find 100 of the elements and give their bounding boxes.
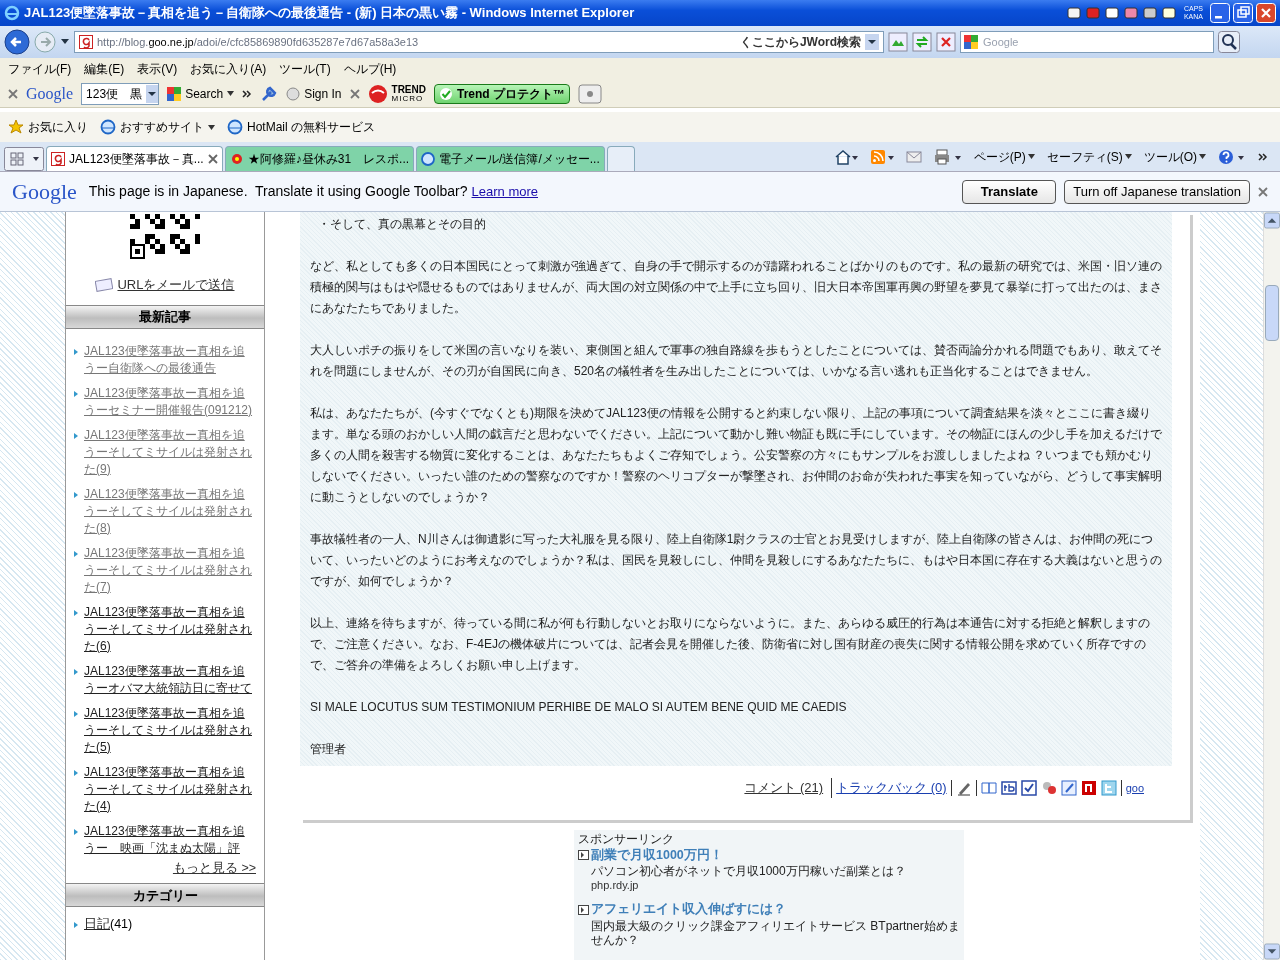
command-menu[interactable]: ツール(O) (1143, 147, 1206, 166)
dots-icon[interactable] (1040, 779, 1057, 796)
tab-list-icon[interactable] (4, 147, 44, 171)
tray-icon[interactable] (1160, 5, 1177, 21)
menu-item[interactable]: 編集(E) (84, 60, 125, 78)
article-link[interactable]: JAL123便墜落事故ー真相を追うーそしてミサイルは発射された(5) (84, 704, 256, 756)
ad-title-link[interactable]: アフェリエイト収入伸ばすには？ (591, 900, 786, 919)
goo-link[interactable]: goo (1120, 779, 1144, 796)
caret-icon (227, 91, 235, 96)
overflow-chevron-icon[interactable] (1258, 152, 1268, 161)
sponsor-label: スポンサーリンク (578, 831, 675, 846)
menu-item[interactable]: お気に入り(A) (190, 60, 267, 78)
menu-item[interactable]: ヘルプ(H) (343, 60, 397, 78)
browser-tab[interactable]: 電子メール/送信簿/メッセー... (416, 146, 605, 171)
section-header: カテゴリー (66, 883, 264, 908)
google-logo: Google (26, 83, 74, 105)
mail-link[interactable]: URLをメールで送信 (66, 275, 264, 295)
ball-icon (367, 83, 388, 104)
close-button[interactable] (1258, 186, 1268, 197)
checkbox-icon[interactable] (1020, 779, 1037, 796)
star-icon (8, 119, 24, 135)
scrollbar[interactable] (1263, 212, 1280, 960)
browser-tab[interactable]: JAL123便墜落事故－真... (46, 146, 223, 171)
book-icon[interactable] (980, 779, 997, 796)
translate-message: This page is in Japanese. Translate it using Google Toolbar? (88, 182, 468, 201)
back-button[interactable] (4, 29, 30, 55)
jword-search-label: くここからJWord検索 (739, 34, 861, 51)
feed-icon[interactable] (869, 148, 894, 165)
article-link[interactable]: JAL123便墜落事故ー真相を追うーセミナー開催報告(091212) (84, 384, 256, 419)
learn-more-link[interactable]: Learn more (471, 181, 538, 202)
refresh-icon[interactable] (912, 32, 932, 52)
article-link[interactable]: JAL123便墜落事故ー真相を追うーオバマ大統領訪日に寄せて (84, 662, 256, 697)
scroll-thumb[interactable] (1265, 285, 1279, 341)
bullet-icon (74, 390, 78, 397)
wrench-icon[interactable] (260, 84, 279, 103)
menu-item[interactable]: ファイル(F) (8, 60, 72, 78)
turn-off-button[interactable]: Turn off Japanese translation (1064, 179, 1250, 204)
article-link[interactable]: JAL123便墜落事故ー真相を追うーそしてミサイルは発射された(4) (84, 763, 256, 815)
article-link[interactable]: JAL123便墜落事故ー真相を追うーそしてミサイルは発射された(7) (84, 544, 256, 596)
trackback-link[interactable]: トラックバック (0) (831, 778, 947, 798)
restore-button[interactable] (1233, 3, 1253, 23)
search-button[interactable]: Search (167, 84, 235, 103)
article-link[interactable]: JAL123便墜落事故ー真相を追うー 映画「沈まぬ太陽」評 (84, 822, 256, 857)
article-link[interactable]: JAL123便墜落事故ー真相を追うーそしてミサイルは発射された(8) (84, 485, 256, 537)
check-icon (439, 86, 453, 101)
dropdown-arrow-icon[interactable] (60, 38, 70, 46)
arrow-box-icon (578, 904, 589, 915)
minimize-button[interactable] (1210, 3, 1230, 23)
favorites-button[interactable]: お気に入り (8, 118, 88, 136)
tray-icon[interactable] (1065, 5, 1082, 21)
translate-button[interactable]: Translate (962, 179, 1057, 204)
tray-icon[interactable] (1122, 5, 1139, 21)
paragraph: 私は、あなたたちが、(今すぐでなくとも)期限を決めてJAL123便の情報を公開すると約束しない限り、上記の事項について調査結果を淡々とここに書き綴ります。単なる頭のおかしい人間の戯言だと思わないでください。上記について動かし難い物証も既に手にしています。その物証にほんの少し手を加えるだけで多くの人間を殺害する物質に変化することは、あなたたちもよくご存知でしょう。公安警察の方々にもサンプルをお渡ししましたよね ？いつまでも頬かむりしないでください。いったい誰のための警察なのですか！警察のヘリコプターが撃墜され、お仲間のお命が失われた事実を知っていながら、どうして事実解明に動こうとしないのでしょうか？ (310, 405, 1162, 506)
browser-tab[interactable]: ★阿修羅♪昼休み31 レスポ... (224, 146, 415, 171)
command-menu[interactable]: セーフティ(S) (1046, 147, 1132, 166)
home-icon[interactable] (833, 148, 858, 165)
site-icon (421, 152, 436, 166)
paragraph: 以上、連絡を待ちますが、待っている間に私が何も行動しないとお取りにならないように。また、あらゆる威圧的行為は本通告に対する拒絶と解釈しますので、ご注意ください。なお、F-4EJの機体破片については、記者会見を開催した後、防衛省に対し国有財産の喪失に関する情報公開を求めていく所存ですので、ご答弁の準備をよろしくお願い申し上げます。 (310, 615, 1151, 674)
bullet-icon (74, 921, 78, 928)
section-header: 最新記事 (66, 304, 264, 329)
more-link[interactable]: もっと見る >> (172, 858, 256, 878)
favorites-link[interactable]: おすすめサイト (100, 118, 215, 136)
bullet-icon (74, 432, 78, 439)
search-icon[interactable] (1218, 31, 1240, 53)
favorites-link[interactable]: HotMail の無料サービス (227, 118, 375, 136)
article-link[interactable]: JAL123便墜落事故ー真相を追うー自衛隊への最後通告 (84, 342, 256, 377)
search-field[interactable]: Google (960, 31, 1214, 53)
google-logo-icon (167, 86, 182, 101)
caret-icon (1027, 154, 1035, 159)
close-button[interactable] (8, 88, 18, 99)
article-link[interactable]: JAL123便墜落事故ー真相を追うーそしてミサイルは発射された(9) (84, 426, 256, 478)
printer-icon[interactable] (933, 148, 962, 165)
category-link[interactable]: 日記 (84, 915, 110, 934)
bullet-icon (74, 550, 78, 557)
toolbar-search-field[interactable]: 123便 黒 (81, 82, 160, 105)
command-menu[interactable]: ページ(P) (973, 147, 1035, 166)
bullet-icon (74, 348, 78, 355)
close-icon[interactable] (207, 154, 218, 164)
menu-item[interactable]: ツール(T) (279, 60, 331, 78)
overflow-chevron-icon[interactable] (242, 89, 253, 98)
bullet-icon (74, 769, 78, 776)
protect-button[interactable]: Trend プロテクト™ (434, 83, 570, 104)
ad-title-link[interactable]: 副業で月収1000万円！ (591, 845, 723, 865)
menu-item[interactable]: 表示(V) (137, 60, 178, 78)
category-count: (41) (110, 916, 133, 934)
comments-link[interactable]: コメント (21) (744, 778, 824, 798)
tray-icon[interactable] (1103, 5, 1120, 21)
letter-n-icon[interactable] (1080, 779, 1097, 796)
help-icon[interactable] (1218, 148, 1246, 165)
sign-in-button[interactable]: Sign In (286, 84, 342, 103)
close-button[interactable] (349, 88, 360, 99)
tray-icon[interactable] (1141, 5, 1158, 21)
site-logo-icon (79, 35, 93, 49)
ad-description: パソコン初心者がネットで月収1000万円稼いだ副業とは？ (590, 864, 907, 879)
circle-icon (286, 86, 301, 101)
address-field[interactable]: http://blog.goo.ne.jp/adoi/e/cfc85869890fd635287e7d67a58a3e13 くここからJWord検索 (74, 31, 884, 53)
stop-icon[interactable] (936, 32, 956, 52)
paragraph: 管理者 (310, 741, 347, 758)
article-link[interactable]: JAL123便墜落事故ー真相を追うーそしてミサイルは発射された(6) (84, 603, 256, 655)
caret-icon (208, 124, 215, 130)
